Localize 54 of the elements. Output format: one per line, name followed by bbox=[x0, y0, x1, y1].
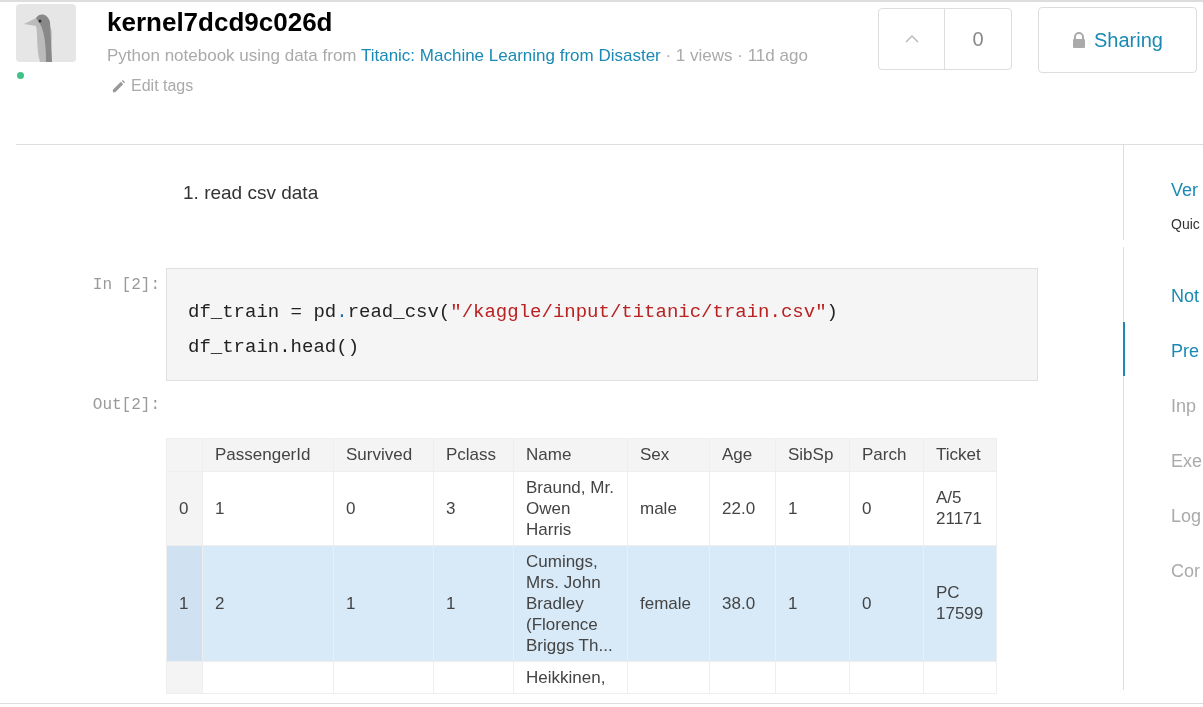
table-cell: Cumings, Mrs. John Bradley (Florence Briggs Th... bbox=[526, 551, 613, 655]
table-cell: 1 bbox=[446, 593, 456, 613]
side-nav-item[interactable]: Quic bbox=[1171, 216, 1200, 232]
table-cell: Heikkinen, bbox=[526, 667, 606, 687]
chevron-up-icon bbox=[903, 34, 920, 44]
table-cell: 0 bbox=[862, 593, 872, 613]
column-header: PassengerId bbox=[215, 444, 311, 464]
table-cell: 1 bbox=[788, 498, 798, 518]
table-cell: 0 bbox=[862, 498, 872, 518]
lock-icon bbox=[1072, 32, 1087, 48]
row-index: 0 bbox=[179, 498, 189, 518]
table-cell: male bbox=[640, 498, 677, 518]
table-cell: 22.0 bbox=[722, 498, 756, 518]
table-cell: female bbox=[640, 593, 692, 613]
row-index: 1 bbox=[179, 593, 189, 613]
table-cell: Braund, Mr. Owen Harris bbox=[526, 477, 614, 539]
markdown-list-item: 1. read csv data bbox=[183, 181, 320, 205]
column-header: Ticket bbox=[936, 444, 981, 464]
table-cell: 2 bbox=[215, 593, 225, 613]
side-nav-item[interactable]: Ver bbox=[1171, 180, 1199, 200]
side-nav-item[interactable]: Not bbox=[1171, 286, 1199, 306]
sharing-button[interactable]: Sharing bbox=[1038, 7, 1197, 73]
column-header: Name bbox=[526, 444, 572, 464]
column-header: Pclass bbox=[446, 444, 497, 464]
table-cell: 0 bbox=[346, 498, 356, 518]
column-header: Survived bbox=[346, 444, 413, 464]
side-nav-item[interactable]: Exe bbox=[1171, 451, 1203, 471]
column-header: Sex bbox=[640, 444, 670, 464]
pencil-icon bbox=[111, 78, 126, 94]
column-header: Parch bbox=[862, 444, 907, 464]
table-row[interactable]: 0 1 0 3 Braund, Mr. Owen Harris male 22.0 1 0 A/5 21171 bbox=[166, 471, 997, 545]
side-nav-item[interactable]: Cor bbox=[1171, 561, 1200, 581]
output-prompt: Out[2]: bbox=[91, 394, 161, 416]
side-nav-item[interactable]: Pre bbox=[1171, 341, 1199, 361]
table-cell: 3 bbox=[446, 498, 456, 518]
table-cell: 1 bbox=[788, 593, 798, 613]
table-cell: A/5 21171 bbox=[936, 488, 982, 528]
table-row[interactable]: Heikkinen, bbox=[166, 661, 997, 693]
side-nav-item[interactable]: Log bbox=[1171, 506, 1202, 526]
table-cell: 38.0 bbox=[722, 593, 756, 613]
notebook-subtitle: Python notebook using data from Titanic: Machine Learning from Disaster · 1 views · 11d ago bbox=[107, 45, 809, 67]
dataset-link[interactable]: Titanic: Machine Learning from Disaster bbox=[360, 46, 661, 65]
table-cell: PC 17599 bbox=[936, 583, 984, 623]
input-prompt: In [2]: bbox=[91, 274, 161, 296]
code-cell: df_train = pd.read_csv("/kaggle/input/titanic/train.csv") df_train.head() bbox=[166, 267, 1038, 381]
column-header: Age bbox=[722, 444, 753, 464]
table-row[interactable]: 1 2 1 1 Cumings, Mrs. John Bradley (Florence Briggs Th... female 38.0 1 0 PC 17599 bbox=[166, 545, 997, 661]
edit-tags-button[interactable]: Edit tags bbox=[111, 74, 194, 98]
column-header: SibSp bbox=[788, 444, 834, 464]
table-cell: 1 bbox=[215, 498, 225, 518]
side-nav-item[interactable]: Inp bbox=[1171, 396, 1197, 416]
table-cell: 1 bbox=[346, 593, 356, 613]
vote-count: 0 bbox=[971, 27, 985, 52]
notebook-title: kernel7dcd9c026d bbox=[107, 6, 334, 39]
